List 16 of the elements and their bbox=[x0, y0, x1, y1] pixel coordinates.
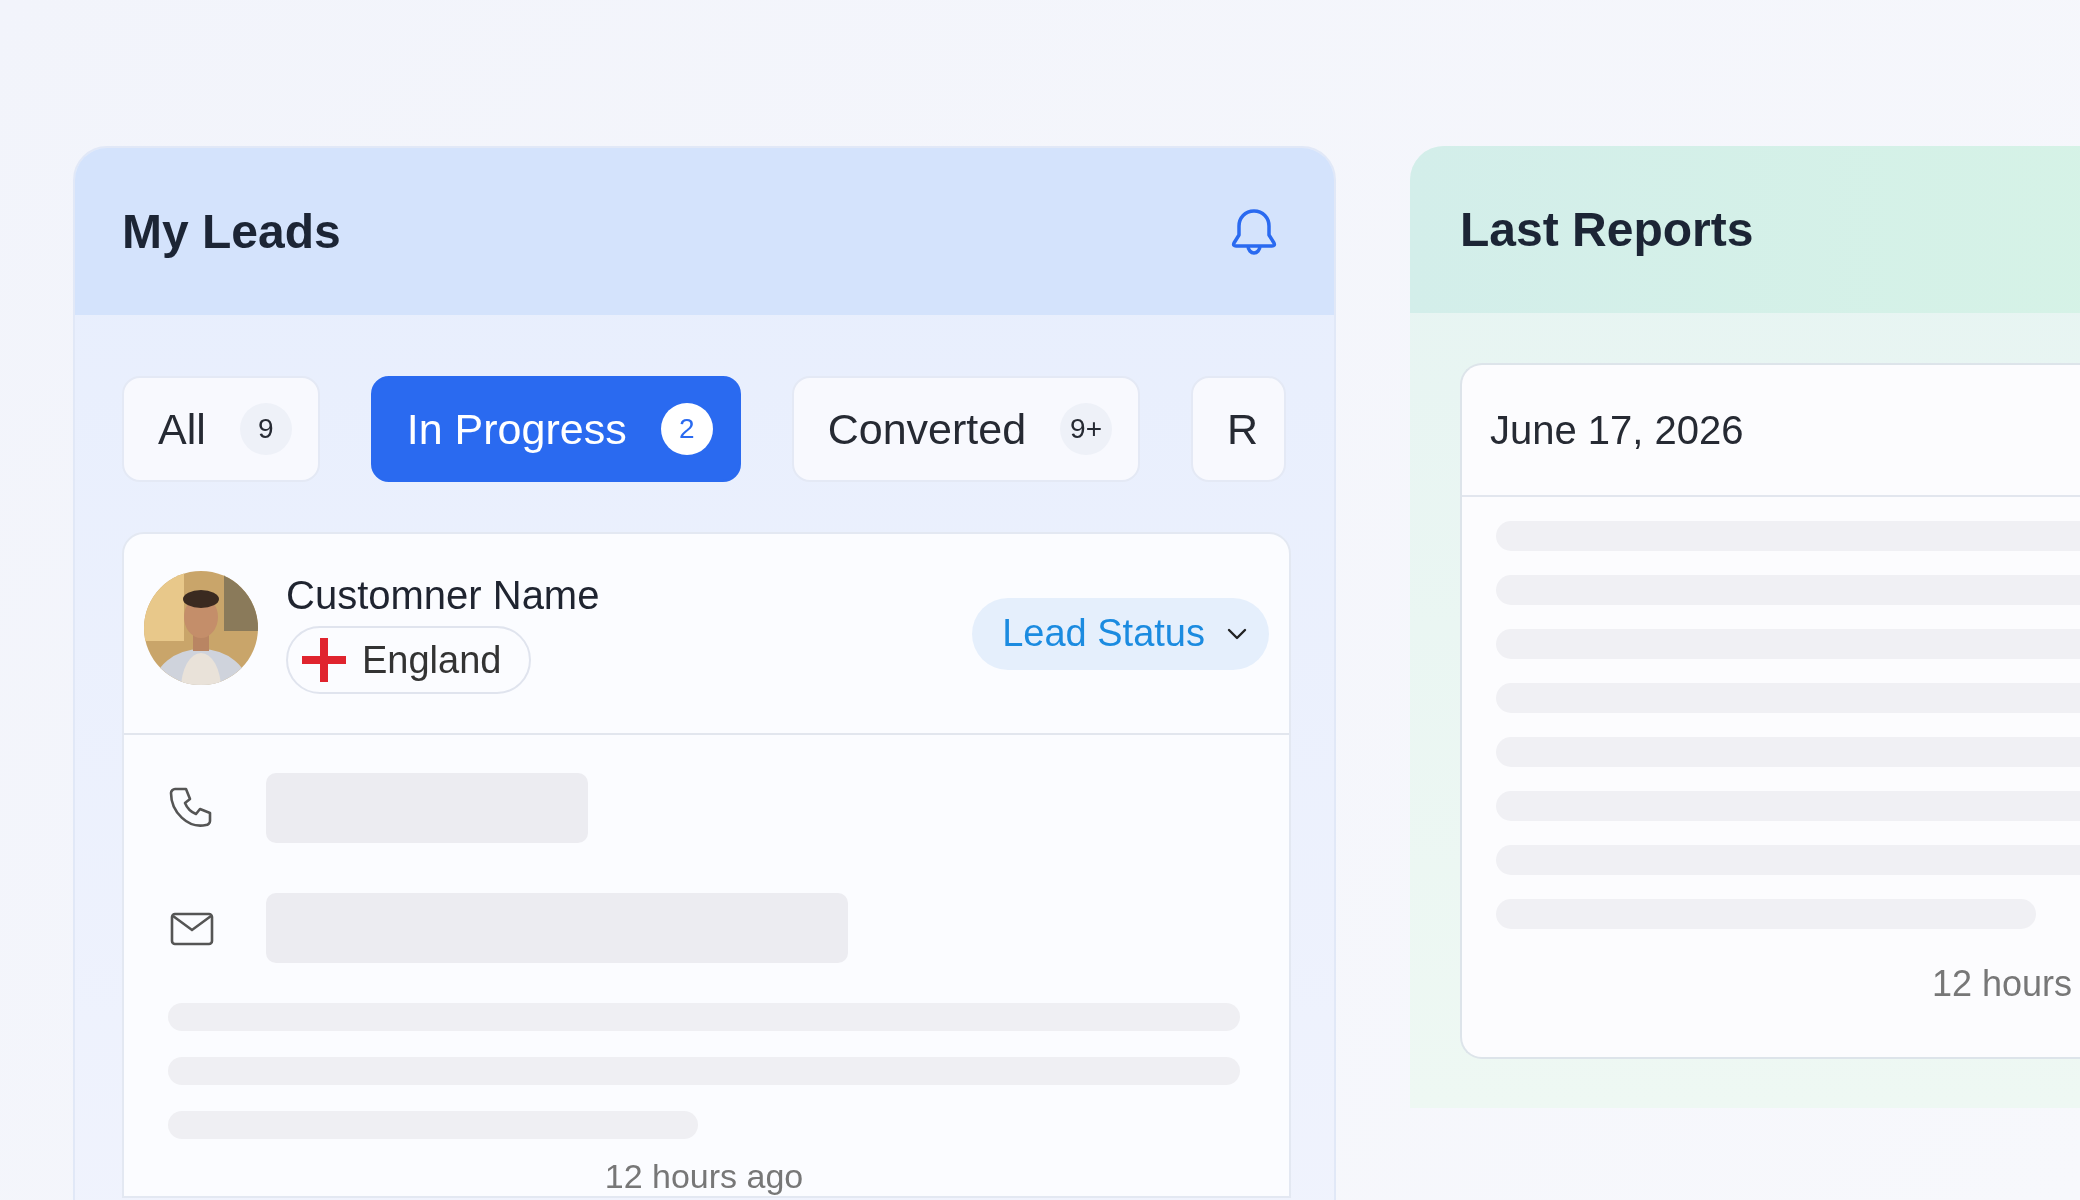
count-badge: 2 bbox=[660, 403, 713, 455]
panel-title: Last Reports bbox=[1460, 202, 1754, 257]
filter-tab[interactable]: Converted 9+ bbox=[791, 376, 1141, 482]
filter-tab[interactable]: All 9 bbox=[122, 376, 320, 482]
filter-tab[interactable]: In Progress 2 bbox=[370, 376, 741, 482]
filter-tab[interactable]: R bbox=[1191, 376, 1287, 482]
count-badge: 9 bbox=[239, 403, 292, 455]
report-date: June 17, 2026 bbox=[1490, 407, 1744, 453]
timestamp: 12 hours ago bbox=[603, 1157, 805, 1196]
count-badge: 9+ bbox=[1060, 403, 1113, 455]
panel-title: My Leads bbox=[122, 204, 341, 259]
cross-flag-icon bbox=[300, 636, 348, 684]
customer-name: Customner Name bbox=[286, 573, 600, 618]
timestamp: 12 hours bbox=[1932, 963, 2073, 1004]
country-name: England bbox=[362, 638, 502, 682]
chevron-down-icon bbox=[1227, 627, 1247, 640]
